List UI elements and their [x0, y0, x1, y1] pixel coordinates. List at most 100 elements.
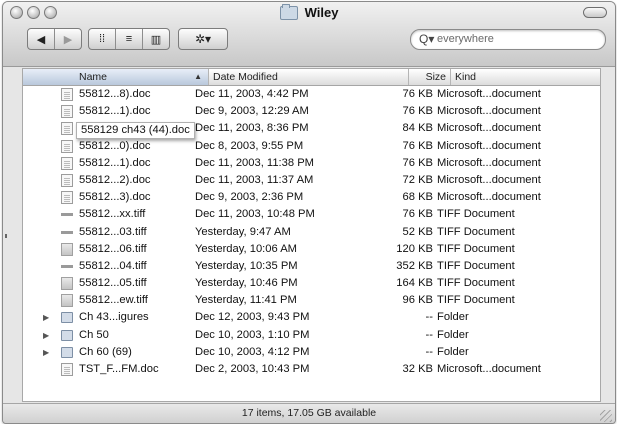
file-date-modified: Dec 10, 2003, 4:12 PM — [195, 345, 310, 358]
column-header-date[interactable]: Date Modified — [209, 69, 409, 85]
file-name: 55812...ew.tiff — [79, 294, 148, 307]
file-kind: Microsoft...document — [437, 88, 541, 100]
document-icon — [61, 156, 73, 170]
file-list: Name ▲ Date Modified Size Kind 55812...8… — [22, 68, 601, 402]
column-header-name-label: Name — [79, 71, 108, 83]
file-size: 96 KB — [402, 294, 433, 307]
file-size: 120 KB — [396, 242, 433, 255]
file-date-modified: Dec 9, 2003, 12:29 AM — [195, 105, 309, 118]
search-field[interactable]: Q▾ — [410, 29, 606, 50]
column-header-name[interactable]: Name ▲ — [23, 69, 209, 85]
file-name: 55812...2).doc — [79, 173, 151, 186]
file-date-modified: Dec 12, 2003, 9:43 PM — [195, 311, 310, 324]
file-size: 76 KB — [402, 208, 433, 221]
file-kind: TIFF Document — [437, 277, 515, 290]
file-size: 84 KB — [402, 122, 433, 135]
file-date-modified: Dec 10, 2003, 1:10 PM — [195, 328, 310, 341]
file-row[interactable]: ▶ Ch 50 Dec 10, 2003, 1:10 PM -- Folder — [23, 327, 600, 344]
file-name: 55812...0).doc — [79, 139, 151, 152]
back-button[interactable]: ◀ — [28, 29, 55, 49]
icon-view-button[interactable]: ⁞⁞ — [89, 29, 116, 49]
window-title-text: Wiley — [304, 5, 339, 20]
file-date-modified: Dec 11, 2003, 11:38 PM — [195, 156, 314, 169]
toolbar-toggle-button[interactable] — [583, 7, 607, 18]
file-kind: Microsoft...document — [437, 105, 541, 118]
sort-ascending-icon: ▲ — [194, 72, 202, 81]
search-input[interactable] — [437, 31, 597, 47]
document-icon — [61, 139, 73, 153]
file-row[interactable]: 55812...03.tiff Yesterday, 9:47 AM 52 KB TI… — [23, 224, 600, 241]
file-name: 55812...1).doc — [79, 156, 151, 169]
file-kind: TIFF Document — [437, 225, 515, 238]
file-name: 55812...06.tiff — [79, 242, 147, 255]
file-kind: Folder — [437, 311, 469, 324]
disclosure-triangle-icon[interactable]: ▶ — [43, 309, 49, 326]
document-icon — [61, 363, 73, 376]
resize-grip-icon[interactable] — [600, 410, 612, 422]
file-date-modified: Yesterday, 9:47 AM — [195, 225, 291, 238]
file-date-modified: Dec 11, 2003, 8:36 PM — [195, 122, 309, 135]
status-text: 17 items, 17.05 GB available — [241, 407, 377, 419]
folder-icon — [61, 329, 73, 341]
file-row[interactable]: 55812...04.tiff Yesterday, 10:35 PM 352 KB… — [23, 258, 600, 275]
file-row[interactable]: 55812...3).doc Dec 9, 2003, 2:36 PM 68 KB M… — [23, 189, 600, 206]
file-kind: Microsoft...document — [437, 363, 541, 375]
file-row[interactable]: TST_F...FM.doc Dec 2, 2003, 10:43 PM 32 KB… — [23, 361, 600, 378]
image-file-icon — [61, 277, 73, 291]
file-row[interactable]: 55812...xx.tiff Dec 11, 2003, 10:48 PM 76 … — [23, 206, 600, 223]
disclosure-triangle-icon[interactable]: ▶ — [43, 327, 49, 344]
window-edge-mark — [5, 234, 7, 238]
column-header-size[interactable]: Size — [409, 69, 451, 85]
status-bar: 17 items, 17.05 GB available — [3, 403, 615, 423]
title-toolbar: Wiley ◀ ▶ ⁞⁞ ≡ ▥ ✲▾ Q▾ — [3, 2, 615, 67]
file-row[interactable]: 55812...1).doc Dec 11, 2003, 11:38 PM 76 K… — [23, 155, 600, 172]
file-size: 76 KB — [402, 88, 433, 100]
forward-button[interactable]: ▶ — [55, 29, 81, 49]
file-row[interactable]: 55812...ew.tiff Yesterday, 11:41 PM 96 KB T… — [23, 292, 600, 309]
file-row[interactable]: 55812...06.tiff Yesterday, 10:06 AM 120 KB… — [23, 241, 600, 258]
column-view-button[interactable]: ▥ — [143, 29, 169, 49]
file-name: 55812...04.tiff — [79, 259, 147, 272]
image-file-icon — [61, 294, 73, 308]
action-menu-button[interactable]: ✲▾ — [178, 28, 228, 50]
disclosure-triangle-icon[interactable]: ▶ — [43, 344, 49, 361]
file-kind: Microsoft...document — [437, 191, 541, 204]
file-row[interactable]: ▶ Ch 60 (69) Dec 10, 2003, 4:12 PM -- Folder — [23, 344, 600, 361]
folder-icon — [279, 3, 298, 20]
image-file-icon — [61, 242, 73, 256]
file-kind: Microsoft...document — [437, 139, 541, 152]
image-file-icon — [61, 264, 73, 268]
file-size: 164 KB — [396, 277, 433, 290]
file-row[interactable]: 55812...05.tiff Yesterday, 10:46 PM 164 KB… — [23, 275, 600, 292]
search-icon[interactable]: Q▾ — [419, 32, 434, 46]
file-name: Ch 50 — [79, 328, 109, 341]
file-name: 55812...3).doc — [79, 191, 151, 204]
file-date-modified: Yesterday, 10:46 PM — [195, 277, 298, 290]
file-kind: Microsoft...document — [437, 156, 541, 169]
file-kind: Microsoft...document — [437, 122, 541, 135]
folder-icon — [61, 346, 73, 358]
file-size: -- — [425, 311, 433, 324]
column-header-bar: Name ▲ Date Modified Size Kind — [23, 69, 600, 86]
file-size: -- — [425, 345, 433, 358]
file-row[interactable]: 55812...8).doc Dec 11, 2003, 4:42 PM 76 KB… — [23, 86, 600, 103]
file-kind: Microsoft...document — [437, 173, 541, 186]
file-row[interactable]: 55812...2).doc Dec 11, 2003, 11:37 AM 72 K… — [23, 172, 600, 189]
file-row[interactable]: ▶ Ch 43...igures Dec 12, 2003, 9:43 PM -- Fo… — [23, 309, 600, 326]
file-date-modified: Yesterday, 10:06 AM — [195, 242, 297, 255]
file-date-modified: Dec 11, 2003, 4:42 PM — [195, 88, 309, 100]
file-size: 72 KB — [402, 173, 433, 186]
file-name: 55812...xx.tiff — [79, 208, 146, 221]
file-name: TST_F...FM.doc — [79, 363, 159, 375]
file-date-modified: Dec 2, 2003, 10:43 PM — [195, 363, 310, 375]
file-kind: Folder — [437, 328, 469, 341]
list-view-button[interactable]: ≡ — [116, 29, 143, 49]
file-row[interactable]: 55812...0).doc Dec 8, 2003, 9:55 PM 76 KB M… — [23, 138, 600, 155]
window-title: Wiley — [3, 3, 615, 20]
file-size: 76 KB — [402, 156, 433, 169]
file-size: 52 KB — [402, 225, 433, 238]
file-row[interactable]: 55812...1).doc Dec 9, 2003, 12:29 AM 76 KB… — [23, 103, 600, 120]
file-date-modified: Dec 11, 2003, 11:37 AM — [195, 173, 314, 186]
column-header-kind[interactable]: Kind — [451, 69, 600, 85]
filename-tooltip: 558129 ch43 (44).doc — [76, 122, 195, 139]
